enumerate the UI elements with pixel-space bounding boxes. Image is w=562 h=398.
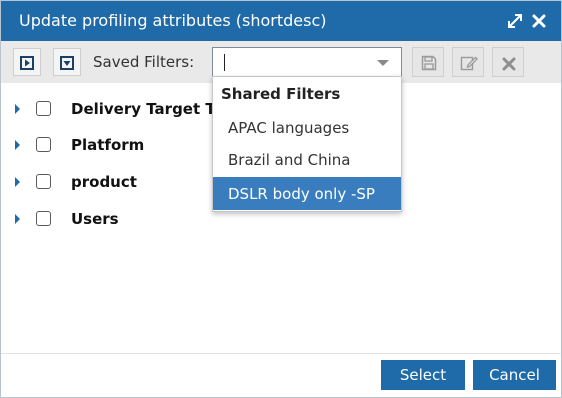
delete-filter-button[interactable]: [492, 47, 524, 77]
saved-filters-label: Saved Filters:: [93, 53, 195, 71]
dropdown-option-label: DSLR body only -SP: [228, 185, 375, 203]
dropdown-option-apac-languages[interactable]: APAC languages: [213, 111, 401, 144]
dropdown-option-label: APAC languages: [228, 119, 350, 137]
expand-arrow-icon[interactable]: [15, 177, 20, 187]
tree-checkbox[interactable]: [36, 174, 51, 189]
saved-filters-select[interactable]: [212, 47, 402, 77]
expand-arrow-icon[interactable]: [15, 104, 20, 114]
delete-icon: [502, 56, 516, 75]
dialog-footer: Select Cancel: [1, 353, 561, 397]
collapse-all-button[interactable]: [53, 48, 81, 76]
cancel-button[interactable]: Cancel: [473, 360, 556, 390]
expand-all-button[interactable]: [13, 48, 41, 76]
save-icon: [421, 55, 437, 75]
expand-arrow-icon[interactable]: [15, 214, 20, 224]
edit-filter-button[interactable]: [452, 47, 484, 77]
dropdown-group-header: Shared Filters: [221, 85, 341, 103]
saved-filters-dropdown: Shared Filters APAC languages Brazil and…: [212, 76, 402, 212]
close-icon[interactable]: [530, 12, 548, 30]
select-button[interactable]: Select: [381, 360, 465, 390]
expand-all-icon: [20, 55, 34, 74]
maximize-icon[interactable]: [506, 12, 524, 30]
tree-checkbox[interactable]: [36, 137, 51, 152]
dialog-titlebar[interactable]: Update profiling attributes (shortdesc): [1, 1, 561, 41]
update-profiling-dialog: Update profiling attributes (shortdesc): [0, 0, 562, 398]
text-cursor: [224, 54, 225, 71]
dialog-title: Update profiling attributes (shortdesc): [19, 11, 327, 30]
dropdown-option-brazil-and-china[interactable]: Brazil and China: [213, 143, 401, 176]
tree-checkbox[interactable]: [36, 101, 51, 116]
expand-arrow-icon[interactable]: [15, 140, 20, 150]
collapse-all-icon: [60, 55, 74, 74]
tree-checkbox[interactable]: [36, 211, 51, 226]
tree-item-label: Platform: [71, 136, 145, 154]
tree-item-label: product: [71, 173, 137, 191]
dropdown-option-label: Brazil and China: [228, 151, 351, 169]
tree-item-label: Users: [71, 210, 119, 228]
chevron-down-icon[interactable]: [377, 60, 389, 66]
dropdown-option-dslr-body-only[interactable]: DSLR body only -SP: [213, 177, 401, 210]
edit-icon: [460, 54, 478, 76]
save-filter-button[interactable]: [412, 47, 444, 77]
tree-item-label: Delivery Target Te: [71, 100, 224, 118]
